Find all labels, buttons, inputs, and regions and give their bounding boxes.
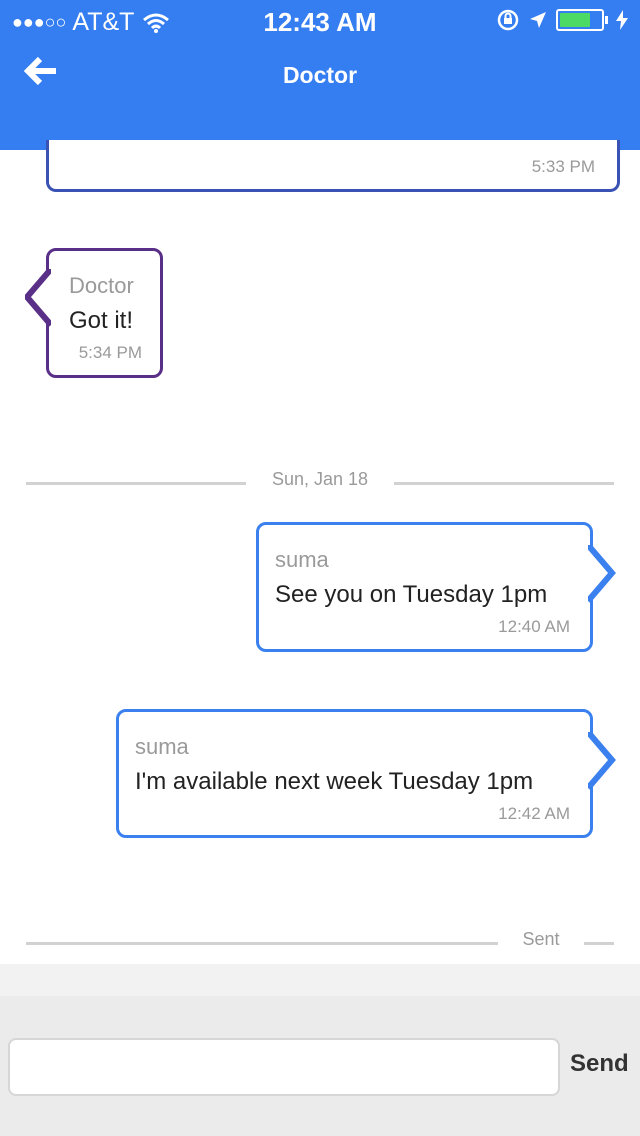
- date-divider-line-left: [26, 482, 246, 485]
- message-bubble-older: 5:33 PM: [46, 140, 620, 192]
- sent-status-label: Sent: [498, 929, 584, 950]
- message-time: 12:42 AM: [498, 804, 570, 823]
- battery-level: [560, 13, 590, 27]
- composer-top-strip: [0, 964, 640, 996]
- location-arrow-icon: [530, 12, 546, 28]
- message-sender: suma: [275, 547, 329, 572]
- bubble-tail-right: [588, 545, 616, 603]
- battery-icon: [556, 9, 608, 31]
- status-divider-line-right: [584, 942, 614, 945]
- message-time: 12:40 AM: [498, 617, 570, 636]
- message-text: I'm available next week Tuesday 1pm: [135, 768, 534, 795]
- message-time: 5:34 PM: [78, 343, 142, 362]
- message-text: See you on Tuesday 1pm: [275, 581, 548, 608]
- page-title: Doctor: [282, 62, 358, 88]
- status-divider-line-left: [26, 942, 498, 945]
- bubble-tail-right: [588, 732, 616, 790]
- message-bubble-doctor: Doctor Got it! 5:34 PM: [25, 248, 163, 378]
- message-sender: suma: [135, 734, 189, 759]
- rotation-lock-icon: [497, 9, 519, 31]
- message-composer: Send: [0, 964, 640, 1136]
- message-input[interactable]: [8, 1038, 560, 1096]
- message-text: Got it!: [69, 307, 134, 334]
- message-time: 5:33 PM: [531, 157, 595, 176]
- charging-icon: [616, 10, 628, 30]
- send-button[interactable]: Send: [570, 1050, 629, 1078]
- bubble-tail-left: [25, 269, 51, 327]
- status-right: [496, 8, 628, 32]
- message-bubble-user: suma I'm available next week Tuesday 1pm…: [116, 709, 616, 838]
- date-divider-label: Sun, Jan 18: [246, 469, 394, 490]
- status-bar: ●●●○○ AT&T 12:43 AM: [0, 0, 640, 40]
- date-divider-line-right: [394, 482, 614, 485]
- header: ●●●○○ AT&T 12:43 AM Doctor: [0, 0, 640, 150]
- message-bubble-user: suma See you on Tuesday 1pm 12:40 AM: [256, 522, 616, 652]
- message-sender: Doctor: [69, 273, 134, 298]
